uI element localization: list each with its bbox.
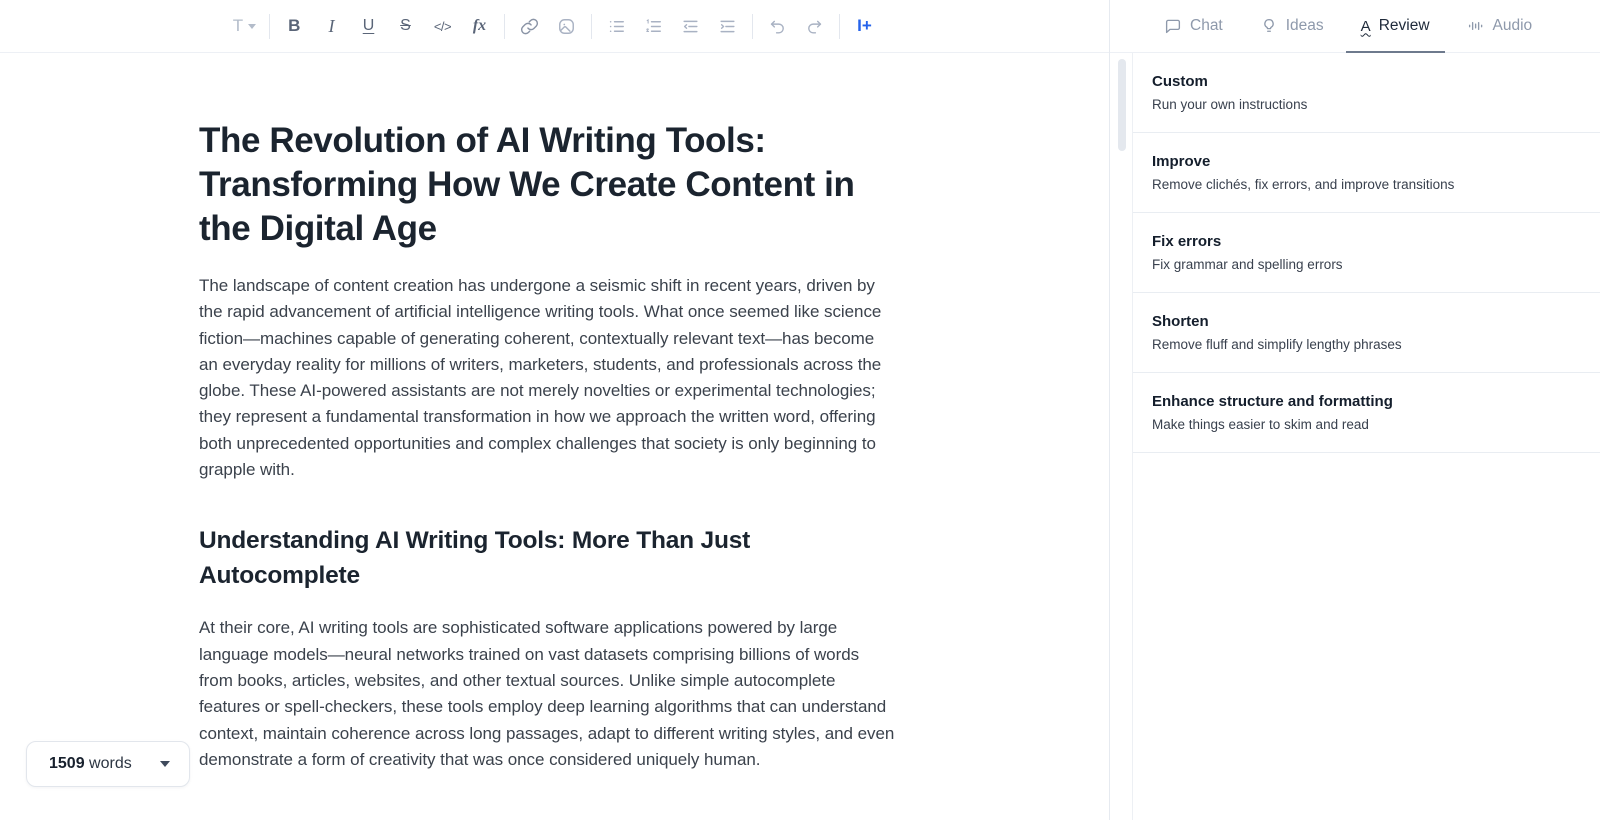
review-item-title: Fix errors	[1152, 233, 1222, 250]
word-count-dropdown[interactable]: 1509 words	[26, 741, 190, 787]
toolbar-divider	[269, 13, 270, 39]
tab-ideas[interactable]: Ideas	[1260, 0, 1324, 52]
outdent-button[interactable]	[672, 10, 709, 42]
bullet-list-icon	[609, 20, 624, 32]
numbered-list-icon	[646, 18, 661, 32]
code-button[interactable]: </>	[424, 10, 461, 42]
bold-icon: B	[288, 16, 301, 35]
toolbar-divider	[591, 13, 592, 39]
formula-button[interactable]: fx	[461, 10, 498, 42]
undo-icon	[770, 20, 784, 34]
document-paragraph[interactable]: At their core, AI writing tools are soph…	[199, 615, 895, 773]
audio-waveform-icon	[1468, 21, 1482, 31]
word-count-value: 1509	[49, 755, 85, 772]
formula-icon: fx	[472, 17, 487, 34]
indent-icon	[720, 20, 735, 32]
toolbar-divider	[752, 13, 753, 39]
word-count-unit: words	[89, 755, 132, 772]
tab-review[interactable]: A Review	[1345, 0, 1445, 53]
italic-button[interactable]: I	[313, 10, 350, 42]
formatting-toolbar: T B I U S </> fx I+	[0, 0, 1109, 53]
review-item-improve[interactable]: Improve Remove clichés, fix errors, and …	[1133, 133, 1600, 213]
review-item-subtitle: Remove fluff and simplify lengthy phrase…	[1152, 337, 1402, 352]
italic-icon: I	[328, 15, 335, 36]
sidebar-tabs: Chat Ideas A Review Audio	[1110, 0, 1600, 53]
outdent-icon	[683, 20, 698, 32]
assistant-sidebar: Chat Ideas A Review Audio Custom Run you…	[1110, 0, 1600, 820]
review-item-subtitle: Run your own instructions	[1152, 97, 1308, 112]
text-style-icon: T	[232, 16, 244, 35]
image-button[interactable]	[548, 10, 585, 42]
tab-chat[interactable]: Chat	[1164, 0, 1223, 52]
review-item-subtitle: Remove clichés, fix errors, and improve …	[1152, 177, 1455, 192]
review-spellcheck-icon: A	[1360, 17, 1371, 35]
bullet-list-button[interactable]	[598, 10, 635, 42]
app-window: T B I U S </> fx I+ The Revolution of AI…	[0, 0, 1600, 820]
toolbar-divider	[504, 13, 505, 39]
document-paragraph[interactable]: The landscape of content creation has un…	[199, 273, 895, 483]
review-item-title: Custom	[1152, 73, 1208, 90]
tab-label: Audio	[1492, 17, 1533, 34]
tab-audio[interactable]: Audio	[1467, 0, 1533, 52]
underline-button[interactable]: U	[350, 10, 387, 42]
review-item-subtitle: Make things easier to skim and read	[1152, 417, 1369, 432]
lightbulb-icon	[1263, 18, 1274, 32]
review-item-shorten[interactable]: Shorten Remove fluff and simplify length…	[1133, 293, 1600, 373]
review-item-enhance-structure[interactable]: Enhance structure and formatting Make th…	[1133, 373, 1600, 453]
strikethrough-icon: S	[400, 17, 411, 34]
tab-label: Chat	[1190, 17, 1223, 34]
review-item-subtitle: Fix grammar and spelling errors	[1152, 257, 1343, 272]
editor-pane: T B I U S </> fx I+ The Revolution of AI…	[0, 0, 1110, 820]
text-style-dropdown[interactable]: T	[226, 10, 263, 42]
undo-button[interactable]	[759, 10, 796, 42]
review-item-fix-errors[interactable]: Fix errors Fix grammar and spelling erro…	[1133, 213, 1600, 293]
document-canvas[interactable]: The Revolution of AI Writing Tools: Tran…	[0, 53, 910, 773]
sidebar-scrollbar-thumb[interactable]	[1118, 59, 1126, 151]
word-count-label: 1509 words	[49, 755, 132, 773]
review-item-custom[interactable]: Custom Run your own instructions	[1133, 53, 1600, 133]
bold-button[interactable]: B	[276, 10, 313, 42]
numbered-list-button[interactable]	[635, 10, 672, 42]
redo-button[interactable]	[796, 10, 833, 42]
underline-icon: U	[362, 17, 375, 34]
review-actions-list: Custom Run your own instructions Improve…	[1132, 53, 1600, 820]
link-icon	[520, 18, 539, 34]
chat-icon	[1165, 19, 1181, 34]
code-icon: </>	[433, 18, 452, 34]
link-button[interactable]	[511, 10, 548, 42]
chevron-down-icon	[160, 761, 170, 767]
tab-label: Review	[1378, 17, 1430, 34]
review-item-title: Improve	[1152, 153, 1211, 170]
ai-write-button[interactable]: I+	[846, 10, 883, 42]
review-item-title: Shorten	[1152, 313, 1209, 330]
ai-cursor-icon: I+	[857, 16, 872, 35]
toolbar-divider	[839, 13, 840, 39]
tab-label: Ideas	[1285, 17, 1324, 34]
document-heading-2[interactable]: Understanding AI Writing Tools: More Tha…	[199, 523, 899, 593]
review-item-title: Enhance structure and formatting	[1152, 393, 1393, 410]
redo-icon	[808, 20, 822, 34]
indent-button[interactable]	[709, 10, 746, 42]
strikethrough-button[interactable]: S	[387, 10, 424, 42]
image-icon	[559, 18, 574, 34]
document-title[interactable]: The Revolution of AI Writing Tools: Tran…	[199, 119, 899, 251]
chevron-down-icon	[248, 23, 257, 29]
